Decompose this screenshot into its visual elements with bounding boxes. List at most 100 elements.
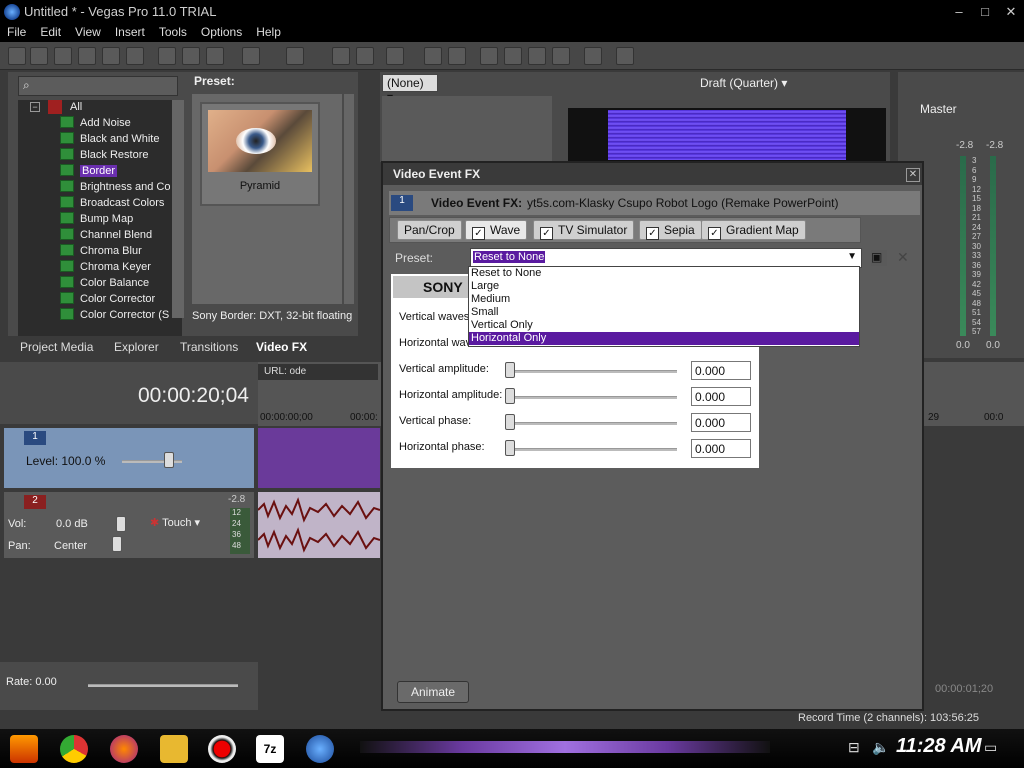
- preset-option-medium[interactable]: Medium: [469, 293, 859, 306]
- tree-item[interactable]: Brightness and Co: [60, 180, 171, 196]
- tree-item[interactable]: Channel Blend: [60, 228, 152, 244]
- firefox-icon[interactable]: [110, 735, 138, 763]
- zoom-tool-icon[interactable]: [552, 47, 570, 65]
- automation-mode[interactable]: ✱ Touch ▾: [150, 516, 200, 529]
- record-icon[interactable]: [208, 735, 236, 763]
- new-icon[interactable]: [8, 47, 26, 65]
- minimize-icon[interactable]: –: [950, 4, 968, 20]
- param-slider-thumb[interactable]: [505, 414, 515, 430]
- param-slider-thumb[interactable]: [505, 388, 515, 404]
- menu-file[interactable]: File: [0, 24, 33, 39]
- preset-item[interactable]: Pyramid: [200, 102, 320, 206]
- chrome-icon[interactable]: [60, 735, 88, 763]
- fx-chain-gradient-map[interactable]: ✓ Gradient Map: [701, 220, 806, 240]
- audio-event-clip[interactable]: [257, 492, 381, 558]
- save-icon[interactable]: [54, 47, 72, 65]
- tree-item[interactable]: Color Corrector: [60, 292, 155, 308]
- auto-ripple-icon[interactable]: [424, 47, 442, 65]
- tree-item[interactable]: Bump Map: [60, 212, 133, 228]
- tab-video-fx[interactable]: Video FX: [250, 338, 313, 356]
- menu-help[interactable]: Help: [249, 24, 288, 39]
- param-slider[interactable]: [507, 370, 677, 373]
- menu-edit[interactable]: Edit: [33, 24, 68, 39]
- undo-icon[interactable]: [242, 47, 260, 65]
- collapse-icon[interactable]: −: [30, 102, 40, 112]
- video-track-header[interactable]: 1 Level: 100.0 %: [4, 428, 254, 488]
- video-event-clip[interactable]: [258, 428, 380, 488]
- tree-scrollbar[interactable]: [172, 100, 184, 318]
- param-slider-thumb[interactable]: [505, 440, 515, 456]
- tree-item[interactable]: Black Restore: [60, 148, 148, 164]
- tab-transitions[interactable]: Transitions: [174, 338, 244, 356]
- search-input[interactable]: ⌕: [18, 76, 178, 96]
- fx-chain-pan-crop[interactable]: Pan/Crop: [397, 220, 462, 240]
- param-value-input[interactable]: 0.000: [691, 361, 751, 380]
- tree-item[interactable]: Chroma Blur: [60, 244, 142, 260]
- envelope-tool-icon[interactable]: [356, 47, 374, 65]
- maximize-icon[interactable]: □: [976, 4, 994, 20]
- paste-icon[interactable]: [206, 47, 224, 65]
- tree-item[interactable]: Chroma Keyer: [60, 260, 151, 276]
- close-icon[interactable]: ✕: [1002, 4, 1020, 20]
- menu-tools[interactable]: Tools: [152, 24, 194, 39]
- save-as-icon[interactable]: [78, 47, 96, 65]
- ignore-grouping-icon[interactable]: [480, 47, 498, 65]
- tools-icon[interactable]: [584, 47, 602, 65]
- selection-tool-icon[interactable]: [528, 47, 546, 65]
- level-slider-thumb[interactable]: [164, 452, 174, 468]
- tree-item[interactable]: Black and White: [60, 132, 159, 148]
- tv-simulator-checkbox[interactable]: ✓: [540, 227, 553, 240]
- sepia-checkbox[interactable]: ✓: [646, 227, 659, 240]
- normal-edit-tool-icon[interactable]: [332, 47, 350, 65]
- preset-option-horizontal-only[interactable]: Horizontal Only: [469, 332, 859, 345]
- render-icon[interactable]: [126, 47, 144, 65]
- preset-scrollbar[interactable]: [344, 94, 354, 304]
- param-value-input[interactable]: 0.000: [691, 387, 751, 406]
- tree-item[interactable]: Color Corrector (S: [60, 308, 169, 324]
- tree-item[interactable]: Add Noise: [60, 116, 131, 132]
- volume-icon[interactable]: 🔈: [872, 739, 889, 756]
- preset-option-large[interactable]: Large: [469, 280, 859, 293]
- audio-track-header[interactable]: 2 Vol: 0.0 dB ✱ Touch ▾ Pan: Center -2.8…: [4, 492, 254, 558]
- param-value-input[interactable]: 0.000: [691, 413, 751, 432]
- lock-envelopes-icon[interactable]: [448, 47, 466, 65]
- vegas-taskbar-icon[interactable]: [306, 735, 334, 763]
- start-icon[interactable]: [10, 735, 38, 763]
- wave-checkbox[interactable]: ✓: [472, 227, 485, 240]
- properties-icon[interactable]: [102, 47, 120, 65]
- pan-slider-thumb[interactable]: [112, 536, 122, 552]
- preview-device-select[interactable]: (None) ▾: [382, 74, 438, 104]
- 7zip-icon[interactable]: 7z: [256, 735, 284, 763]
- param-value-input[interactable]: 0.000: [691, 439, 751, 458]
- menu-insert[interactable]: Insert: [108, 24, 152, 39]
- param-slider[interactable]: [507, 448, 677, 451]
- delete-preset-icon[interactable]: ✕: [897, 249, 909, 266]
- tree-item[interactable]: Color Balance: [60, 276, 149, 292]
- network-icon[interactable]: ⊟: [848, 739, 860, 756]
- crossfades-icon[interactable]: [504, 47, 522, 65]
- tab-project-media[interactable]: Project Media: [14, 338, 99, 356]
- menu-view[interactable]: View: [68, 24, 108, 39]
- tree-root[interactable]: All: [70, 101, 82, 113]
- param-slider[interactable]: [507, 422, 677, 425]
- gradient-map-checkbox[interactable]: ✓: [708, 227, 721, 240]
- redo-icon[interactable]: [286, 47, 304, 65]
- notifications-icon[interactable]: ▭: [984, 739, 997, 756]
- fx-chain-tv-simulator[interactable]: ✓ TV Simulator: [533, 220, 635, 240]
- preset-option-vertical-only[interactable]: Vertical Only: [469, 319, 859, 332]
- menu-options[interactable]: Options: [194, 24, 249, 39]
- preset-dropdown-list[interactable]: Reset to None Large Medium Small Vertica…: [468, 266, 860, 347]
- animate-button[interactable]: Animate: [397, 681, 469, 703]
- tree-item[interactable]: Broadcast Colors: [60, 196, 164, 212]
- preset-option-reset[interactable]: Reset to None: [469, 267, 859, 280]
- cut-icon[interactable]: [158, 47, 176, 65]
- param-slider-thumb[interactable]: [505, 362, 515, 378]
- preset-option-small[interactable]: Small: [469, 306, 859, 319]
- fx-chain-wave[interactable]: ✓ Wave: [465, 220, 528, 240]
- tree-item[interactable]: Border: [60, 164, 118, 180]
- preset-select[interactable]: Reset to None ▼: [470, 248, 862, 268]
- snapping-icon[interactable]: [386, 47, 404, 65]
- fx-chain-sepia[interactable]: ✓ Sepia: [639, 220, 702, 240]
- vol-slider-thumb[interactable]: [116, 516, 126, 532]
- help-icon[interactable]: [616, 47, 634, 65]
